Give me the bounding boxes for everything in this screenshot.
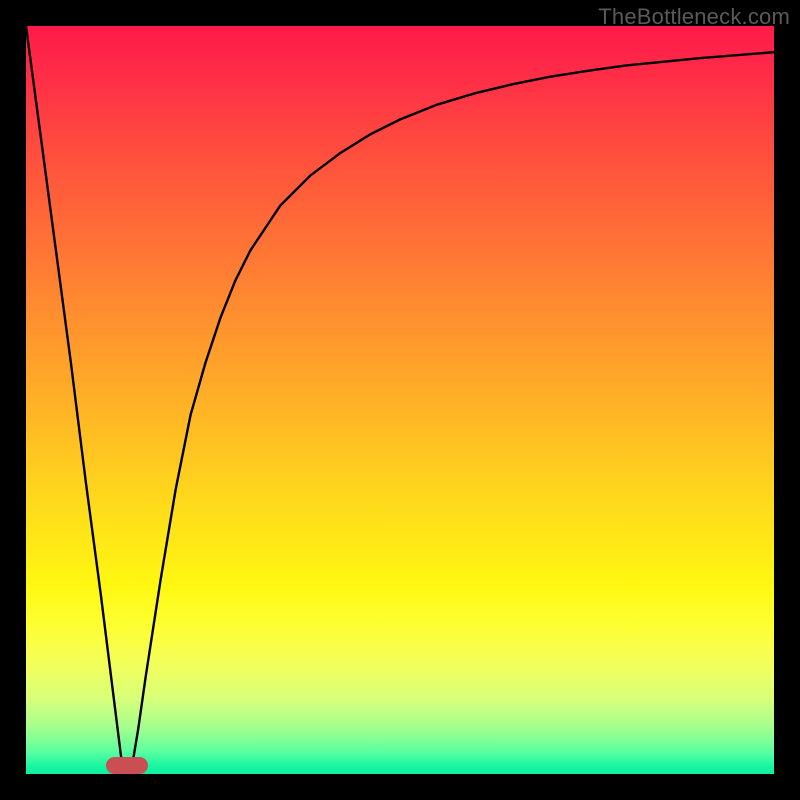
plot-area bbox=[26, 26, 774, 774]
bottleneck-curve bbox=[26, 26, 774, 774]
optimal-marker bbox=[106, 757, 147, 774]
watermark-text: TheBottleneck.com bbox=[598, 4, 790, 30]
bottleneck-chart: TheBottleneck.com bbox=[0, 0, 800, 800]
curve-overlay bbox=[26, 26, 774, 774]
